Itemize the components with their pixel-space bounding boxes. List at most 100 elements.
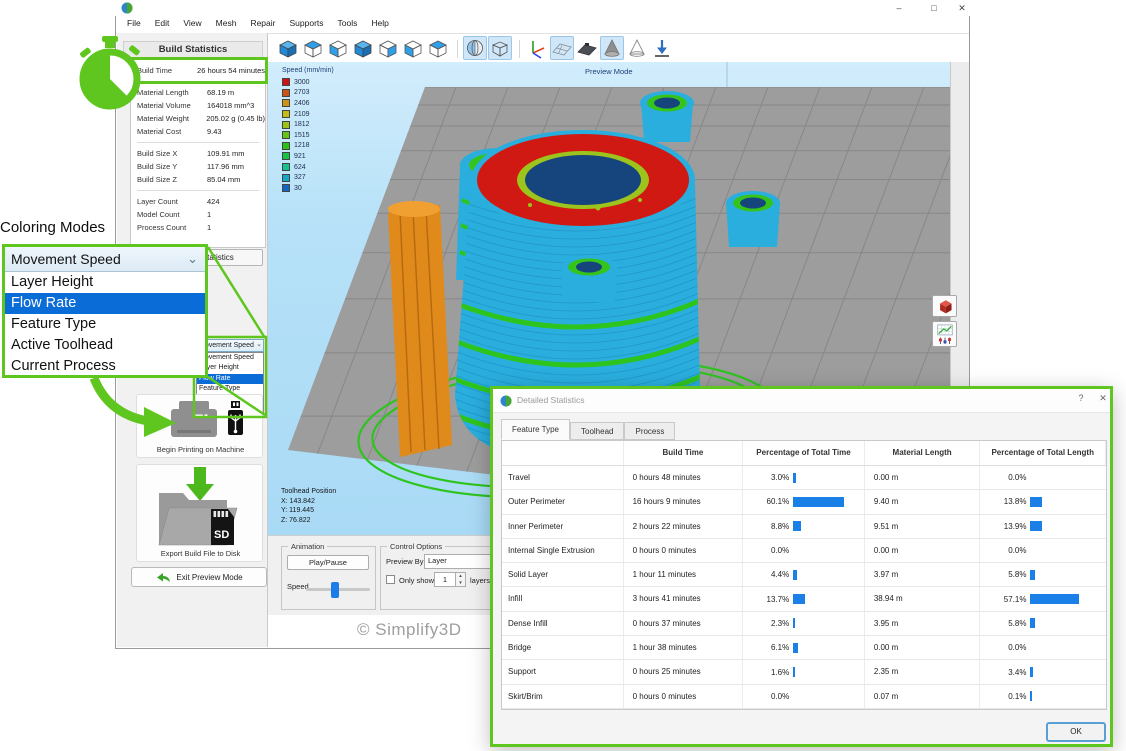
dialog-tabs: Feature Type Toolhead Process bbox=[501, 419, 675, 440]
stepper-down-icon[interactable]: ▾ bbox=[456, 580, 465, 587]
only-show-checkbox[interactable] bbox=[386, 575, 395, 584]
toolbar-button[interactable] bbox=[401, 36, 425, 60]
ok-button[interactable]: OK bbox=[1046, 722, 1106, 742]
table-row: Inner Perimeter 2 hours 22 minutes 8.8% … bbox=[502, 515, 1106, 539]
time-percent-cell: 1.6% bbox=[743, 660, 865, 683]
simplify3d-watermark: © Simplify3D bbox=[357, 620, 462, 640]
toolhead-z: Z: 76.822 bbox=[281, 516, 336, 526]
toolbar-button[interactable] bbox=[326, 36, 350, 60]
minimize-button[interactable]: – bbox=[890, 2, 908, 15]
dropdown-option[interactable]: Feature Type bbox=[197, 384, 263, 394]
divider bbox=[137, 142, 259, 143]
help-button[interactable]: ? bbox=[1073, 393, 1089, 403]
build-time-cell: 3 hours 41 minutes bbox=[624, 587, 744, 610]
toolbar-icon bbox=[489, 37, 511, 59]
length-percent-cell: 0.1% bbox=[980, 685, 1106, 708]
toolbar-button[interactable] bbox=[575, 36, 599, 60]
menu-item[interactable]: Help bbox=[364, 16, 395, 32]
material-length-cell: 9.40 m bbox=[865, 490, 981, 513]
build-time-cell: 0 hours 0 minutes bbox=[624, 539, 744, 562]
menu-item[interactable]: Edit bbox=[148, 16, 177, 32]
build-time-cell: 0 hours 48 minutes bbox=[624, 466, 744, 489]
toolbar-button[interactable] bbox=[301, 36, 325, 60]
callout-select[interactable]: Movement Speed ⌄ bbox=[5, 247, 205, 272]
dialog-tab[interactable]: Toolhead bbox=[570, 422, 624, 440]
build-time-cell: 0 hours 0 minutes bbox=[624, 685, 744, 708]
close-button[interactable]: ✕ bbox=[953, 2, 971, 15]
table-header-row: Build TimePercentage of Total TimeMateri… bbox=[502, 441, 1106, 466]
table-header-cell: Percentage of Total Length bbox=[980, 441, 1106, 465]
toolbar-button[interactable] bbox=[376, 36, 400, 60]
legend-swatch bbox=[282, 152, 290, 160]
toolbar-button[interactable] bbox=[600, 36, 624, 60]
statistics-table: Build TimePercentage of Total TimeMateri… bbox=[501, 440, 1107, 710]
material-length-cell: 38.94 m bbox=[865, 587, 981, 610]
legend-swatch bbox=[282, 121, 290, 129]
time-percent-cell: 8.8% bbox=[743, 515, 865, 538]
menu-item[interactable]: Mesh bbox=[209, 16, 244, 32]
menu-item[interactable]: File bbox=[120, 16, 148, 32]
toolbar-button[interactable] bbox=[351, 36, 375, 60]
toolbar-button[interactable] bbox=[525, 36, 549, 60]
menu-item[interactable]: Tools bbox=[331, 16, 365, 32]
toolbar-icon bbox=[464, 37, 486, 59]
dialog-title-bar[interactable]: Detailed Statistics ? ✕ bbox=[493, 389, 1110, 413]
variable-settings-button[interactable] bbox=[932, 321, 957, 347]
feature-name-cell: Solid Layer bbox=[502, 563, 624, 586]
callout-option[interactable]: Feature Type bbox=[5, 314, 205, 335]
begin-printing-button[interactable]: Begin Printing on Machine bbox=[136, 394, 263, 458]
stepper-up-icon[interactable]: ▴ bbox=[456, 573, 465, 580]
menu-item[interactable]: Repair bbox=[243, 16, 282, 32]
title-bar[interactable] bbox=[115, 0, 970, 16]
callout-option[interactable]: Current Process bbox=[5, 356, 205, 377]
dialog-close-button[interactable]: ✕ bbox=[1095, 393, 1111, 404]
toolbar-button[interactable] bbox=[463, 36, 487, 60]
length-percent-bar bbox=[1030, 691, 1032, 701]
time-percent-cell: 3.0% bbox=[743, 466, 865, 489]
dialog-tab[interactable]: Feature Type bbox=[501, 419, 570, 440]
dialog-tab[interactable]: Process bbox=[624, 422, 675, 440]
callout-option[interactable]: Active Toolhead bbox=[5, 335, 205, 356]
layer-count-input[interactable]: 1 bbox=[434, 572, 456, 587]
cylinder-post bbox=[640, 91, 694, 142]
legend-entry: 3000 bbox=[282, 77, 334, 88]
exit-preview-mode-button[interactable]: Exit Preview Mode bbox=[131, 567, 267, 587]
toolbar-button[interactable] bbox=[488, 36, 512, 60]
length-percent-cell: 0.0% bbox=[980, 636, 1106, 659]
toolbar-icon bbox=[526, 37, 548, 59]
back-arrow-icon bbox=[155, 571, 171, 583]
menu-item[interactable]: Supports bbox=[282, 16, 330, 32]
legend-entry: 624 bbox=[282, 162, 334, 173]
maximize-button[interactable]: □ bbox=[925, 2, 943, 15]
callout-option[interactable]: Layer Height bbox=[5, 272, 205, 293]
toolbar-button[interactable] bbox=[650, 36, 674, 60]
material-length-cell: 9.51 m bbox=[865, 515, 981, 538]
toolbar-button[interactable] bbox=[426, 36, 450, 60]
export-folder-icon: SD bbox=[147, 467, 253, 549]
stat-row: Build Size X109.91 mm bbox=[137, 147, 265, 160]
material-length-cell: 0.00 m bbox=[865, 466, 981, 489]
layer-count-stepper[interactable]: ▴ ▾ bbox=[456, 572, 466, 587]
stat-row: Process Count1 bbox=[137, 221, 265, 234]
legend-entry: 1812 bbox=[282, 119, 334, 130]
export-build-file-button[interactable]: SD Export Build File to Disk bbox=[136, 464, 263, 562]
callout-option[interactable]: Flow Rate bbox=[5, 293, 205, 314]
toolbar-button[interactable] bbox=[276, 36, 300, 60]
legend-swatch bbox=[282, 78, 290, 86]
table-row: Solid Layer 1 hour 11 minutes 4.4% 3.97 … bbox=[502, 563, 1106, 587]
toolbar-button[interactable] bbox=[625, 36, 649, 60]
toolbar-button[interactable] bbox=[550, 36, 574, 60]
legend-entry: 327 bbox=[282, 172, 334, 183]
table-header-cell bbox=[502, 441, 624, 465]
speed-slider-handle[interactable] bbox=[331, 582, 339, 598]
time-percent-cell: 2.3% bbox=[743, 612, 865, 635]
menu-item[interactable]: View bbox=[176, 16, 208, 32]
time-percent-cell: 6.1% bbox=[743, 636, 865, 659]
machine-control-button[interactable] bbox=[932, 295, 957, 317]
play-pause-button[interactable]: Play/Pause bbox=[287, 555, 369, 570]
toolbar-icon bbox=[576, 37, 598, 59]
length-percent-cell: 57.1% bbox=[980, 587, 1106, 610]
build-time-cell: 2 hours 22 minutes bbox=[624, 515, 744, 538]
feature-name-cell: Support bbox=[502, 660, 624, 683]
length-percent-bar bbox=[1030, 497, 1042, 507]
